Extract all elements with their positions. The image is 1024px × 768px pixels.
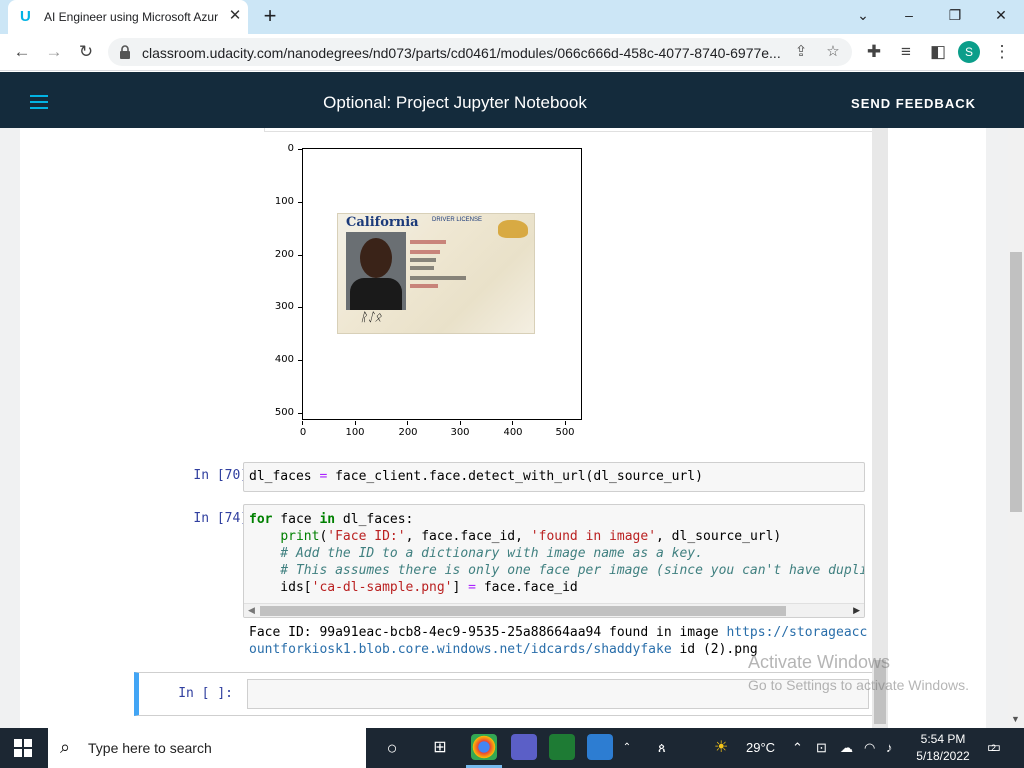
license-photo [346,232,406,310]
content-area: California DRIVER LICENSE ᚱᛇᛟ 0 100 200 … [0,128,1024,728]
search-icon: ⌕ [60,737,71,757]
notebook[interactable]: California DRIVER LICENSE ᚱᛇᛟ 0 100 200 … [20,128,888,728]
new-tab-button[interactable]: + [258,5,282,29]
code-cell-input[interactable]: dl_faces = face_client.face.detect_with_… [243,462,865,492]
taskbar-search-box[interactable]: ⌕ Type here to search [48,728,366,768]
tab-title: AI Engineer using Microsoft Azur [44,10,219,24]
scroll-down-arrow-icon[interactable]: ▼ [1011,714,1020,724]
code-cell-input[interactable]: for face in dl_faces: print('Face ID:', … [243,504,865,618]
notebook-scrollbar[interactable] [872,128,888,728]
right-margin [888,128,986,728]
matplotlib-figure: California DRIVER LICENSE ᚱᛇᛟ 0 100 200 … [260,142,600,452]
photos-taskbar-icon[interactable] [587,734,613,760]
page-scrollbar[interactable]: ▼ [1008,128,1024,728]
teams-taskbar-icon[interactable] [511,734,537,760]
bookmark-star-icon[interactable]: ☆ [822,41,844,63]
code-comment: # This assumes there is only one face pe… [249,563,865,578]
send-feedback-button[interactable]: SEND FEEDBACK [851,96,976,111]
y-tick-label: 100 [274,196,294,207]
scroll-right-arrow-icon[interactable]: ▶ [853,605,860,616]
reload-icon[interactable]: ↻ [74,40,98,64]
output-link[interactable]: https://storageacc [726,625,867,640]
tab-search-chevron-icon[interactable]: ⌄ [840,0,886,30]
address-bar[interactable]: classroom.udacity.com/nanodegrees/nd073/… [108,38,852,66]
x-tick-label: 500 [555,427,575,438]
scroll-left-arrow-icon[interactable]: ◀ [248,605,255,616]
extensions-puzzle-icon[interactable]: ✚ [862,40,886,64]
y-tick-label: 200 [274,249,294,260]
back-arrow-icon[interactable]: ← [10,40,34,64]
share-icon[interactable]: ⇪ [790,41,812,63]
device-icon[interactable]: ⊡ [816,740,827,756]
code-line: for face in dl_faces: [249,512,414,527]
overflow-chevron-icon[interactable]: ⌃ [620,736,634,760]
profile-avatar[interactable]: S [958,41,980,63]
classroom-header: Optional: Project Jupyter Notebook SEND … [0,72,1024,128]
bear-emblem-icon [498,220,528,238]
clock-time: 5:54 PM [920,732,966,746]
browser-toolbar: ← → ↻ classroom.udacity.com/nanodegrees/… [0,34,1024,71]
search-placeholder: Type here to search [88,740,212,756]
windows-taskbar: ⌕ Type here to search ○ ⊞ ⌃ ጰ ☀ 29°C ⌃ ⊡… [0,728,1024,768]
close-tab-icon[interactable]: ✕ [226,7,244,25]
cloud-icon[interactable]: ☁ [840,740,853,756]
activate-windows-title: Activate Windows [748,652,891,672]
previous-cell-edge [264,128,886,132]
app-taskbar-icon[interactable] [549,734,575,760]
forward-arrow-icon[interactable]: → [42,40,66,64]
notification-count: 2 [991,743,997,753]
license-signature: ᚱᛇᛟ [360,310,382,324]
browser-tab[interactable]: U AI Engineer using Microsoft Azur ✕ [8,0,248,34]
volume-icon[interactable]: ♪ [886,740,893,755]
x-tick-label: 0 [299,427,307,438]
close-window-button[interactable]: ✕ [978,0,1024,30]
x-tick-label: 100 [345,427,365,438]
restore-button[interactable]: ❐ [932,0,978,30]
plot-axes: California DRIVER LICENSE ᚱᛇᛟ [302,148,582,420]
reading-list-icon[interactable]: ≡ [894,40,918,64]
weather-icon[interactable]: ☀ [714,737,728,757]
cell-prompt: In [ ]: [178,686,233,701]
activate-windows-subtitle: Go to Settings to activate Windows. [748,677,969,693]
clock-date: 5/18/2022 [916,749,970,763]
code-line: print('Face ID:', face.face_id, 'found i… [280,529,782,544]
tray-chevron-icon[interactable]: ⌃ [792,740,803,756]
x-tick-label: 200 [398,427,418,438]
scrollbar-thumb[interactable] [1010,252,1022,512]
chrome-taskbar-icon[interactable] [471,734,497,760]
output-text: Face ID: 99a91eac-bcb8-4ec9-9535-25a8866… [249,625,727,640]
x-tick-label: 300 [450,427,470,438]
wifi-icon[interactable]: ◠ [864,740,875,756]
side-panel-icon[interactable]: ◧ [926,40,950,64]
y-tick-label: 0 [287,143,294,154]
license-type-text: DRIVER LICENSE [432,217,483,223]
drivers-license-image: California DRIVER LICENSE ᚱᛇᛟ [337,213,535,334]
people-icon[interactable]: ጰ [658,740,666,756]
url-text: classroom.udacity.com/nanodegrees/nd073/… [142,45,781,61]
code-line: ids['ca-dl-sample.png'] = face.face_id [249,580,578,595]
horizontal-scrollbar[interactable]: ◀ ▶ [244,603,864,617]
x-tick-label: 400 [503,427,523,438]
lock-icon [120,45,130,59]
task-view-icon[interactable]: ⊞ [428,736,452,760]
scrollbar-thumb[interactable] [260,606,786,616]
page-title: Optional: Project Jupyter Notebook [323,93,587,112]
y-tick-label: 300 [274,301,294,312]
output-link[interactable]: ountforkiosk1.blob.core.windows.net/idca… [249,642,672,657]
udacity-favicon-icon: U [20,8,31,25]
license-state-text: California [346,215,419,230]
browser-menu-icon[interactable]: ⋮ [990,40,1014,64]
browser-tab-strip: U AI Engineer using Microsoft Azur ✕ + ⌄… [0,0,1024,34]
windows-start-icon[interactable] [14,739,32,757]
code-comment: # Add the ID to a dictionary with image … [249,546,703,561]
y-tick-label: 500 [274,407,294,418]
cortana-icon[interactable]: ○ [380,736,404,760]
code-line: dl_faces = face_client.face.detect_with_… [249,469,703,484]
y-tick-label: 400 [274,354,294,365]
taskbar-clock[interactable]: 5:54 PM 5/18/2022 [910,731,976,765]
output-text: id (2).png [671,642,758,657]
minimize-button[interactable]: – [886,0,932,30]
notification-center-icon[interactable]: ▭ 2 [982,736,1006,760]
weather-temp[interactable]: 29°C [746,740,775,755]
